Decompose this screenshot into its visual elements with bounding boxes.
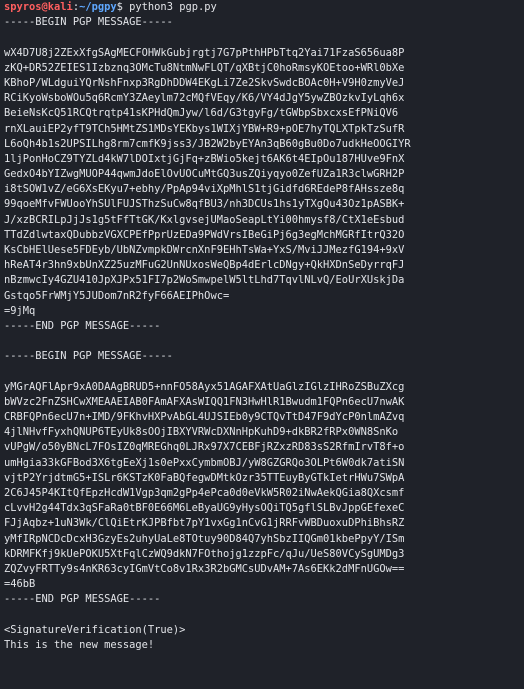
prompt-path: ~/pgpy: [79, 1, 117, 13]
signature-armor-line: FJjAqbz+1uN3Wk/ClQiEtrKJPBfbt7pY1vxGg1nC…: [4, 517, 405, 530]
message-armor-line: GedxO4bYIZwgMUOP44qwmJdoElOvUOCuMtGQ3usZ…: [4, 168, 405, 181]
message-armor-line: zKQ+DR52ZEIES1Izbznq3OMcTu8NtmNwFLQT/qXB…: [4, 61, 405, 74]
signature-verification-result: <SignatureVerification(True)>: [4, 623, 186, 636]
message-armor-line: TTdZdlwtaxQDubbzVGXCPEfPprUzEDa9PWdVrsIB…: [4, 228, 405, 241]
signature-armor-line: kDRMFKfj9kUePOKU5XtFqlCzWQ9dkN7FOthojg1z…: [4, 547, 405, 560]
message-armor-line: BeieNsKcQ51RCQtrqtp41sKPHdQmJyw/l6d/G3tg…: [4, 107, 399, 120]
message-armor-line: i8tSOW1vZ/eG6XsEKyu7+ebhy/PpAp94viXpMhlS…: [4, 183, 405, 196]
message-armor-line: KBhoP/WLdguiYQrNshFnxp3RgDhDDW4EKgLi7Ze2…: [4, 76, 405, 89]
terminal-output: spyros@kali:~/pgpy$ python3 pgp.py -----…: [4, 0, 522, 653]
signature-armor-line: ZQZvyFRTTy9s4nKR63cyIGmVtCo8v1Rx3R2bGMCs…: [4, 562, 405, 575]
message-begin-header: -----BEGIN PGP MESSAGE-----: [4, 16, 173, 29]
signature-armor-line: yMGrAQFlApr9xA0DAAgBRUD5+nnFO58Ayx51AGAF…: [4, 380, 405, 393]
message-armor-line: KsCbHElUese5FDEyb/UbNZvmpkDWrcnXnF9EHhTs…: [4, 244, 405, 256]
signature-end-footer: -----END PGP MESSAGE-----: [4, 593, 161, 606]
message-armor-line: nBzmwcIy4GZU410JpXJPx51FI7p2WoSmwpelW5lt…: [4, 274, 405, 287]
message-armor-line: 99qoeMfvFWUooYhSUlFUJSThzSuCw8qfBU3/nh3D…: [4, 198, 405, 211]
prompt-user-host: spyros@kali: [4, 1, 73, 13]
prompt-dollar: $: [116, 1, 130, 13]
message-armor-line: J/xzBCRILpJjJs1g5tFfTtGK/KxlgvsejUMaoSea…: [4, 213, 405, 226]
signature-armor-line: 2C6J45P4KItQfEpzHcdW1Vgp3qm2gPp4ePca0d0e…: [4, 487, 405, 499]
signature-armor-line: umHgia33kGFBod3X6tgEeXj1s0ePxxCymbmOBJ/y…: [4, 456, 405, 469]
signature-armor-line: CRBFQPn6ecU7n+IMD/9FKhvHXPvAbGL4UJSIEb0y…: [4, 411, 405, 424]
message-armor-line: RCiKyoWsboWOu5q6RcmY3ZAeylm72cMQfVEqy/K6…: [4, 92, 405, 105]
message-armor-line: Gstqo5FrWMjY5JUDom7nR2fyF66AEIPhOwc=: [4, 289, 230, 302]
message-armor-line: hReAT4r3hn9xbUnXZ25uzMFuG2UnNUxosWeQBp4d…: [4, 259, 405, 272]
message-armor-line: 1ljPonHoCZ9TYZLd4kW7lDOIxtjGjFq+zBWio5ke…: [4, 152, 405, 165]
command-text: python3 pgp.py: [129, 1, 217, 13]
message-armor-line: wX4D7U8j2ZExXfgSAgMECFOHWkGubjrgtj7G7pPt…: [4, 46, 405, 59]
message-armor-line: rnXLauiEP2yfT9TCh5HMtZS1MDsYEKbys1WIXjYB…: [4, 122, 405, 135]
message-end-footer: -----END PGP MESSAGE-----: [4, 319, 161, 332]
signature-armor-line: yMfIRpNCDcDcxH3GzyEs2uhyUaLe8TOtuy90D84Q…: [4, 532, 405, 545]
signature-armor-line: cLvvH2g44Tdx3qSFaRa0tBF0E66M6LeByaUG9yHy…: [4, 502, 405, 515]
signature-begin-header: -----BEGIN PGP MESSAGE-----: [4, 350, 173, 363]
message-armor-line: =9jMq: [4, 304, 36, 317]
signature-armor-line: bWVzc2FnZSHCwXMEAAEIAB0FAmAFXAsWIQQ1FN3H…: [4, 395, 405, 408]
signature-armor-line: vjtP2YrjdtmG5+ISLr6KSTzK0FaBQfegwDMtkOzr…: [4, 471, 405, 484]
signature-armor-body: yMGrAQFlApr9xA0DAAgBRUD5+nnFO58Ayx51AGAF…: [4, 380, 522, 593]
signature-armor-line: 4jlNHvfFyxhQNUP6TEyUk8sOOjIBXYVRWcDXNnHp…: [4, 426, 399, 439]
signature-armor-line: =46bB: [4, 578, 36, 591]
command-prompt-line: spyros@kali:~/pgpy$ python3 pgp.py: [4, 0, 522, 15]
message-armor-body: wX4D7U8j2ZExXfgSAgMECFOHWkGubjrgtj7G7pPt…: [4, 46, 522, 319]
signature-armor-line: vUPgW/o50yBNcL7FOsIZ0qMREGhq0LJRx97X7CEB…: [4, 441, 405, 454]
decrypted-message-output: This is the new message!: [4, 638, 155, 651]
message-armor-line: L6oQh4b1s2UPSILhg8rm7cmfK9jss3/JB2W2byEY…: [4, 137, 411, 150]
